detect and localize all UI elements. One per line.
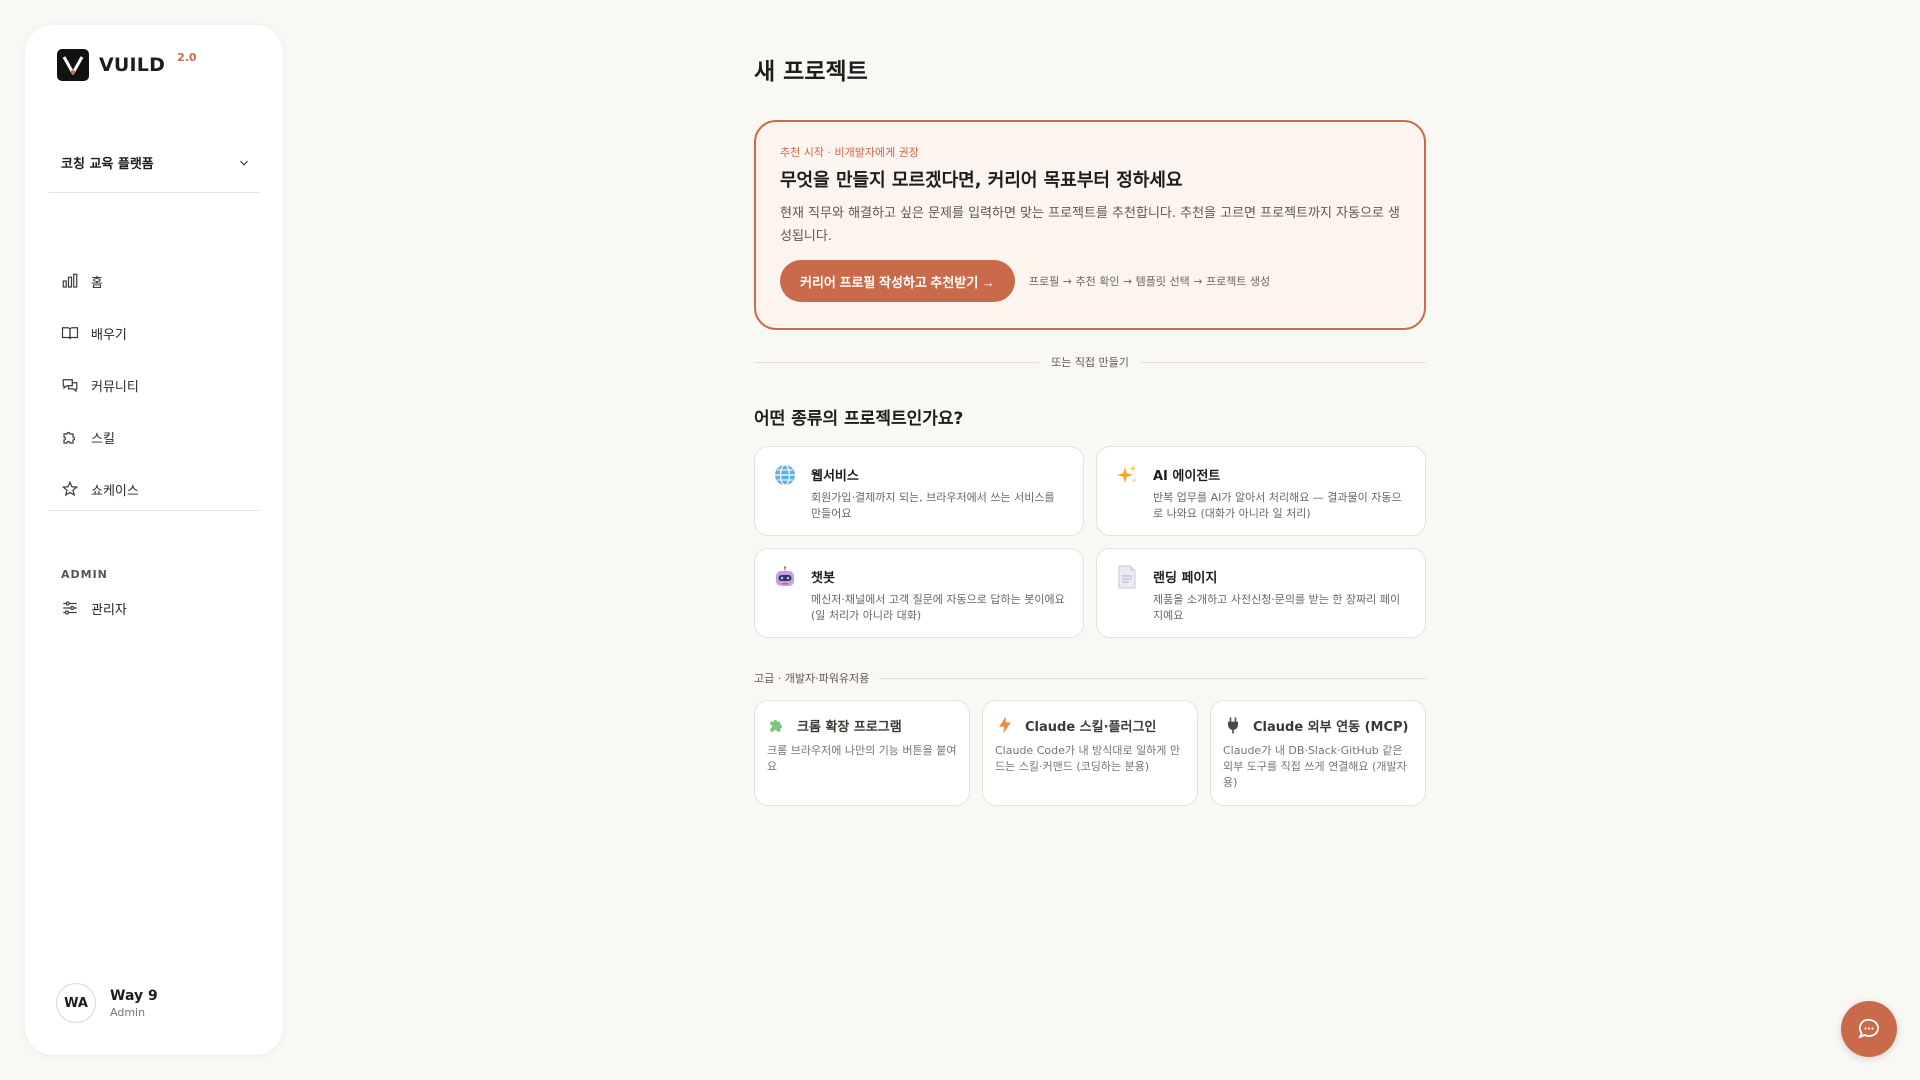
hero-title: 무엇을 만들지 모르겠다면, 커리어 목표부터 정하세요 (780, 170, 1183, 191)
nav-item-community[interactable]: 커뮤니티 (61, 359, 261, 411)
recommend-card: 추천 시작 · 비개발자에게 권장 무엇을 만들지 모르겠다면, 커리어 목표부… (754, 120, 1426, 330)
card-title: AI 에이전트 (1153, 469, 1221, 484)
star-icon (61, 480, 79, 497)
brand-logo[interactable]: VUILD 2.0 (57, 49, 197, 81)
puzzle-piece-icon (770, 720, 782, 732)
lightning-icon (999, 716, 1011, 734)
nav-label: 홈 (91, 275, 103, 291)
card-description: 반복 업무를 AI가 알아서 처리해요 — 결과물이 자동으로 나와요 (대화가… (1153, 491, 1402, 520)
career-profile-button[interactable]: 커리어 프로필 작성하고 추천받기 → (780, 260, 1015, 302)
hero-steps: 프로필 → 추천 확인 → 템플릿 선택 → 프로젝트 생성 (1028, 275, 1271, 288)
workspace-selector[interactable]: 코칭 교육 플랫폼 (61, 153, 251, 172)
nav-item-admin[interactable]: 관리자 (61, 593, 127, 623)
card-description: 메신저·채널에서 고객 질문에 자동으로 답하는 봇이에요 (일 처리가 아니라… (811, 593, 1065, 622)
nav-label: 쇼케이스 (91, 483, 139, 499)
divider (49, 510, 259, 511)
card-description: 제품을 소개하고 사전신청·문의를 받는 한 장짜리 페이지예요 (1153, 593, 1401, 622)
card-title: 크롬 확장 프로그램 (797, 719, 902, 735)
or-divider: 또는 직접 만들기 (754, 354, 1426, 370)
project-type-card-webservice[interactable]: 웹서비스 회원가입·결제까지 되는, 브라우저에서 쓰는 서비스를 만들어요 (754, 446, 1084, 536)
project-type-grid: 웹서비스 회원가입·결제까지 되는, 브라우저에서 쓰는 서비스를 만들어요 A… (754, 446, 1426, 638)
project-type-card-ai-agent[interactable]: AI 에이전트 반복 업무를 AI가 알아서 처리해요 — 결과물이 자동으로 … (1096, 446, 1426, 536)
robot-icon (773, 565, 797, 589)
book-icon (61, 327, 79, 340)
nav-item-learn[interactable]: 배우기 (61, 307, 261, 359)
sidebar: VUILD 2.0 코칭 교육 플랫폼 홈 배우기 커뮤니티 스킬 쇼케이스 A… (25, 25, 283, 1055)
chat-bubbles-icon (62, 379, 78, 393)
project-type-question: 어떤 종류의 프로젝트인가요? (754, 409, 964, 429)
sparkles-icon (1115, 463, 1139, 487)
card-description: 회원가입·결제까지 되는, 브라우저에서 쓰는 서비스를 만들어요 (811, 491, 1055, 520)
advanced-divider: 고급 · 개발자·파워유저용 (754, 670, 1426, 686)
page-title: 새 프로젝트 (754, 59, 868, 85)
card-description: Claude Code가 내 방식대로 일하게 만드는 스킬·커맨드 (코딩하는… (995, 744, 1181, 773)
advanced-label: 고급 · 개발자·파워유저용 (754, 672, 870, 685)
advanced-card-claude-mcp[interactable]: Claude 외부 연동 (MCP) Claude가 내 DB·Slack·Gi… (1210, 700, 1426, 806)
hero-description: 현재 직무와 해결하고 싶은 문제를 입력하면 맞는 프로젝트를 추천합니다. … (780, 206, 1400, 244)
plug-icon (1228, 717, 1238, 734)
main-nav: 홈 배우기 커뮤니티 스킬 쇼케이스 (61, 255, 261, 515)
card-title: 웹서비스 (811, 469, 859, 484)
card-description: 크롬 브라우저에 나만의 기능 버튼을 붙여요 (767, 744, 957, 773)
puzzle-icon (63, 431, 76, 444)
chat-button[interactable] (1841, 1001, 1897, 1057)
sliders-icon (63, 601, 77, 615)
nav-item-home[interactable]: 홈 (61, 255, 261, 307)
nav-item-skills[interactable]: 스킬 (61, 411, 261, 463)
globe-icon (773, 463, 797, 487)
card-title: 랜딩 페이지 (1153, 571, 1218, 586)
avatar: WA (56, 983, 96, 1023)
chevron-down-icon (240, 160, 248, 166)
brand-name: VUILD (99, 54, 166, 76)
advanced-card-claude-skill[interactable]: Claude 스킬·플러그인 Claude Code가 내 방식대로 일하게 만… (982, 700, 1198, 806)
card-title: 챗봇 (811, 571, 835, 586)
hero-kicker: 추천 시작 · 비개발자에게 권장 (780, 146, 919, 159)
user-name: Way 9 (110, 987, 158, 1004)
brand-version: 2.0 (177, 50, 197, 64)
user-role: Admin (110, 1005, 146, 1019)
main-content: 새 프로젝트 추천 시작 · 비개발자에게 권장 무엇을 만들지 모르겠다면, … (754, 52, 1426, 806)
document-icon (1115, 565, 1139, 589)
card-title: Claude 스킬·플러그인 (1025, 719, 1157, 735)
nav-item-showcase[interactable]: 쇼케이스 (61, 463, 261, 515)
vuild-logo-icon (57, 49, 89, 81)
card-description: Claude가 내 DB·Slack·GitHub 같은 외부 도구를 직접 쓰… (1223, 744, 1407, 789)
nav-label: 스킬 (91, 431, 115, 447)
user-profile[interactable]: WA Way 9 Admin (56, 983, 158, 1023)
chat-icon (1858, 1019, 1879, 1039)
advanced-type-grid: 크롬 확장 프로그램 크롬 브라우저에 나만의 기능 버튼을 붙여요 Claud… (754, 700, 1426, 806)
nav-label: 커뮤니티 (91, 379, 139, 395)
or-label: 또는 직접 만들기 (1051, 356, 1129, 369)
advanced-card-chrome-extension[interactable]: 크롬 확장 프로그램 크롬 브라우저에 나만의 기능 버튼을 붙여요 (754, 700, 970, 806)
card-title: Claude 외부 연동 (MCP) (1253, 719, 1409, 735)
project-type-card-landing[interactable]: 랜딩 페이지 제품을 소개하고 사전신청·문의를 받는 한 장짜리 페이지예요 (1096, 548, 1426, 638)
workspace-label: 코칭 교육 플랫폼 (61, 157, 154, 172)
nav-label: 관리자 (91, 602, 127, 618)
admin-section-label: ADMIN (61, 568, 108, 581)
project-type-card-chatbot[interactable]: 챗봇 메신저·채널에서 고객 질문에 자동으로 답하는 봇이에요 (일 처리가 … (754, 548, 1084, 638)
nav-label: 배우기 (91, 327, 127, 343)
divider (49, 192, 259, 193)
bar-chart-icon (62, 273, 78, 288)
